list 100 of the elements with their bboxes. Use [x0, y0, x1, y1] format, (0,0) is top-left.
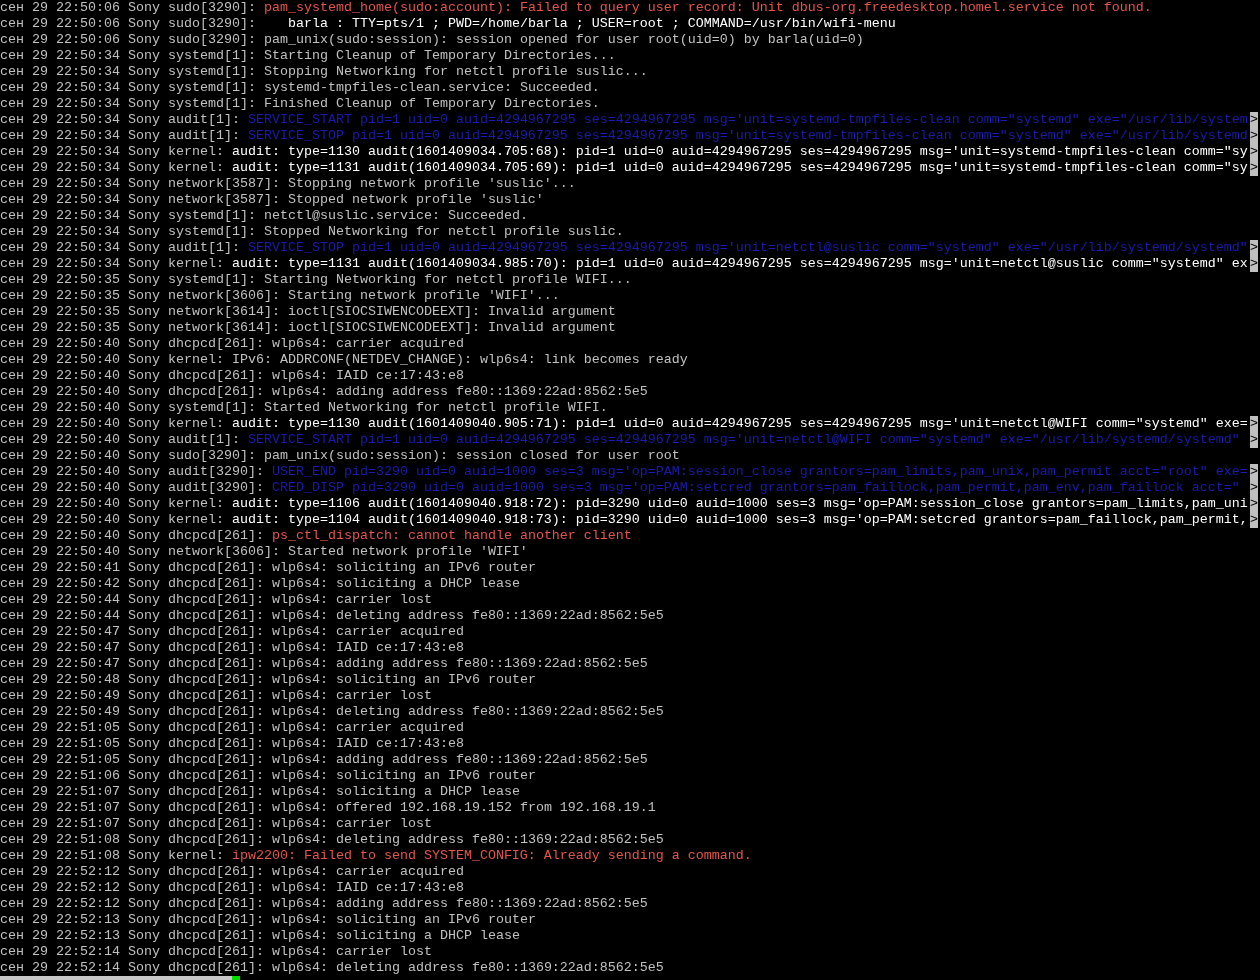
log-message: Started network profile 'WIFI' [287, 544, 528, 560]
log-prefix: сен 29 22:50:40 Sony systemd[1]: [0, 400, 256, 416]
log-prefix: сен 29 22:50:34 Sony systemd[1]: [0, 208, 256, 224]
log-message: Starting network profile 'WIFI'... [287, 288, 560, 304]
log-prefix: сен 29 22:51:07 Sony dhcpcd[261]: [0, 816, 264, 832]
overflow-marker: > [1250, 480, 1258, 496]
log-message: ioctl[SIOCSIWENCODEEXT]: Invalid argument [287, 304, 616, 320]
log-prefix: сен 29 22:50:34 Sony network[3587]: [0, 176, 280, 192]
log-message: audit: type=1130 audit(1601409034.705:68): pid=1 uid=0 auid=4294967295 ses=4294967295 msg='unit=systemd-tmpfiles-clean comm="sy [231, 144, 1248, 160]
log-prefix: сен 29 22:50:40 Sony dhcpcd[261]: [0, 384, 264, 400]
log-message: wlp6s4: adding address fe80::1369:22ad:8562:5e5 [271, 656, 648, 672]
log-message: pam_unix(sudo:session): session closed for user root [263, 448, 680, 464]
log-prefix: сен 29 22:50:34 Sony audit[1]: [0, 112, 240, 128]
log-message: Stopping network profile 'suslic'... [287, 176, 576, 192]
log-prefix: сен 29 22:50:34 Sony systemd[1]: [0, 48, 256, 64]
log-prefix: сен 29 22:50:40 Sony sudo[3290]: [0, 448, 256, 464]
log-prefix: сен 29 22:51:08 Sony kernel: [0, 848, 224, 864]
log-message: Starting Cleanup of Temporary Directories... [263, 48, 616, 64]
log-prefix: сен 29 22:52:14 Sony dhcpcd[261]: [0, 944, 264, 960]
overflow-marker: > [1250, 128, 1258, 144]
log-message: netctl@suslic.service: Succeeded. [263, 208, 528, 224]
log-prefix: сен 29 22:50:41 Sony dhcpcd[261]: [0, 560, 264, 576]
overflow-marker: > [1250, 112, 1258, 128]
log-prefix: сен 29 22:50:40 Sony dhcpcd[261]: [0, 368, 264, 384]
log-message: wlp6s4: soliciting a DHCP lease [271, 576, 520, 592]
log-message: wlp6s4: IAID ce:17:43:e8 [271, 736, 464, 752]
log-prefix: сен 29 22:50:34 Sony audit[1]: [0, 128, 240, 144]
log-prefix: сен 29 22:52:12 Sony dhcpcd[261]: [0, 896, 264, 912]
log-prefix: сен 29 22:50:42 Sony dhcpcd[261]: [0, 576, 264, 592]
log-message: Starting Networking for netctl profile WIFI... [263, 272, 632, 288]
log-prefix: сен 29 22:50:34 Sony kernel: [0, 160, 224, 176]
log-message: USER_END pid=3290 uid=0 auid=1000 ses=3 msg='op=PAM:session_close grantors=pam_limits,pam_unix,pam_permit acct="root" exe= [271, 464, 1248, 480]
log-prefix: сен 29 22:50:40 Sony audit[3290]: [0, 464, 264, 480]
log-prefix: сен 29 22:50:40 Sony network[3606]: [0, 544, 280, 560]
log-prefix: сен 29 22:50:34 Sony kernel: [0, 256, 224, 272]
log-prefix: сен 29 22:51:05 Sony dhcpcd[261]: [0, 736, 264, 752]
log-prefix: сен 29 22:50:48 Sony dhcpcd[261]: [0, 672, 264, 688]
log-message: wlp6s4: soliciting an IPv6 router [271, 912, 536, 928]
log-prefix: сен 29 22:50:34 Sony systemd[1]: [0, 224, 256, 240]
log-message: wlp6s4: adding address fe80::1369:22ad:8562:5e5 [271, 384, 648, 400]
log-message: SERVICE_STOP pid=1 uid=0 auid=4294967295 ses=4294967295 msg='unit=systemd-tmpfiles-clean comm="systemd" exe="/usr/lib/systemd [247, 128, 1248, 144]
log-prefix: сен 29 22:50:40 Sony audit[3290]: [0, 480, 264, 496]
log-message: wlp6s4: deleting address fe80::1369:22ad:8562:5e5 [271, 704, 664, 720]
log-message: wlp6s4: deleting address fe80::1369:22ad:8562:5e5 [271, 960, 664, 976]
log-message: pam_unix(sudo:session): session opened for user root(uid=0) by barla(uid=0) [263, 32, 864, 48]
log-message: audit: type=1106 audit(1601409040.918:72): pid=3290 uid=0 auid=1000 ses=3 msg='op=PAM:session_close grantors=pam_limits,pam_uni [231, 496, 1248, 512]
log-prefix: сен 29 22:50:44 Sony dhcpcd[261]: [0, 608, 264, 624]
log-prefix: сен 29 22:50:34 Sony systemd[1]: [0, 80, 256, 96]
log-message: wlp6s4: carrier lost [271, 688, 432, 704]
log-message: Finished Cleanup of Temporary Directories. [263, 96, 600, 112]
log-message: wlp6s4: IAID ce:17:43:e8 [271, 640, 464, 656]
cursor [232, 976, 240, 980]
log-message: wlp6s4: IAID ce:17:43:e8 [271, 368, 464, 384]
log-prefix: сен 29 22:51:06 Sony dhcpcd[261]: [0, 768, 264, 784]
log-message: Started Networking for netctl profile WIFI. [263, 400, 608, 416]
log-prefix: сен 29 22:52:13 Sony dhcpcd[261]: [0, 928, 264, 944]
log-prefix: сен 29 22:50:40 Sony kernel: [0, 352, 224, 368]
log-message: audit: type=1131 audit(1601409034.705:69): pid=1 uid=0 auid=4294967295 ses=4294967295 msg='unit=systemd-tmpfiles-clean comm="sy [231, 160, 1248, 176]
log-message: wlp6s4: carrier acquired [271, 336, 464, 352]
log-message: wlp6s4: carrier acquired [271, 720, 464, 736]
overflow-marker: > [1250, 496, 1258, 512]
log-prefix: сен 29 22:50:34 Sony systemd[1]: [0, 96, 256, 112]
log-message: wlp6s4: soliciting an IPv6 router [271, 768, 536, 784]
overflow-marker: > [1250, 144, 1258, 160]
log-prefix: сен 29 22:50:40 Sony kernel: [0, 496, 224, 512]
log-message: wlp6s4: carrier acquired [271, 864, 464, 880]
log-prefix: сен 29 22:50:35 Sony network[3606]: [0, 288, 280, 304]
overflow-marker: > [1250, 256, 1258, 272]
log-prefix: сен 29 22:52:12 Sony dhcpcd[261]: [0, 880, 264, 896]
log-prefix: сен 29 22:50:35 Sony network[3614]: [0, 304, 280, 320]
log-message: ps_ctl_dispatch: cannot handle another client [271, 528, 632, 544]
log-prefix: сен 29 22:51:05 Sony dhcpcd[261]: [0, 752, 264, 768]
log-prefix: сен 29 22:50:40 Sony dhcpcd[261]: [0, 336, 264, 352]
log-message: wlp6s4: soliciting an IPv6 router [271, 560, 536, 576]
log-message: wlp6s4: carrier lost [271, 592, 432, 608]
log-message: pam_systemd_home(sudo:account): Failed to query user record: Unit dbus-org.freedesktop.homel.service not found. [263, 0, 1152, 16]
log-message: Stopped Networking for netctl profile suslic. [263, 224, 624, 240]
log-prefix: сен 29 22:50:40 Sony kernel: [0, 512, 224, 528]
overflow-marker: > [1250, 416, 1258, 432]
log-message: wlp6s4: IAID ce:17:43:e8 [271, 880, 464, 896]
log-message: SERVICE_START pid=1 uid=0 auid=4294967295 ses=4294967295 msg='unit=systemd-tmpfiles-clean comm="systemd" exe="/usr/lib/system [247, 112, 1248, 128]
log-prefix: сен 29 22:50:35 Sony network[3614]: [0, 320, 280, 336]
log-message: audit: type=1130 audit(1601409040.905:71): pid=1 uid=0 auid=4294967295 ses=4294967295 msg='unit=netctl@WIFI comm="systemd" exe= [231, 416, 1248, 432]
log-message: Stopping Networking for netctl profile suslic... [263, 64, 648, 80]
log-prefix: сен 29 22:50:40 Sony kernel: [0, 416, 224, 432]
log-prefix: сен 29 22:50:49 Sony dhcpcd[261]: [0, 688, 264, 704]
log-message: systemd-tmpfiles-clean.service: Succeeded. [263, 80, 600, 96]
log-prefix: сен 29 22:50:44 Sony dhcpcd[261]: [0, 592, 264, 608]
log-message: IPv6: ADDRCONF(NETDEV_CHANGE): wlp6s4: link becomes ready [231, 352, 688, 368]
overflow-marker: > [1250, 432, 1258, 448]
log-message: wlp6s4: carrier lost [271, 944, 432, 960]
log-message: ioctl[SIOCSIWENCODEEXT]: Invalid argument [287, 320, 616, 336]
log-message: SERVICE_STOP pid=1 uid=0 auid=4294967295 ses=4294967295 msg='unit=netctl@suslic comm="systemd" exe="/usr/lib/systemd/systemd" [247, 240, 1248, 256]
log-prefix: сен 29 22:50:34 Sony network[3587]: [0, 192, 280, 208]
log-prefix: сен 29 22:51:07 Sony dhcpcd[261]: [0, 784, 264, 800]
log-message: wlp6s4: deleting address fe80::1369:22ad:8562:5e5 [271, 608, 664, 624]
log-prefix: сен 29 22:51:05 Sony dhcpcd[261]: [0, 720, 264, 736]
overflow-marker: > [1250, 512, 1258, 528]
log-prefix: сен 29 22:51:08 Sony dhcpcd[261]: [0, 832, 264, 848]
log-prefix: сен 29 22:50:47 Sony dhcpcd[261]: [0, 624, 264, 640]
